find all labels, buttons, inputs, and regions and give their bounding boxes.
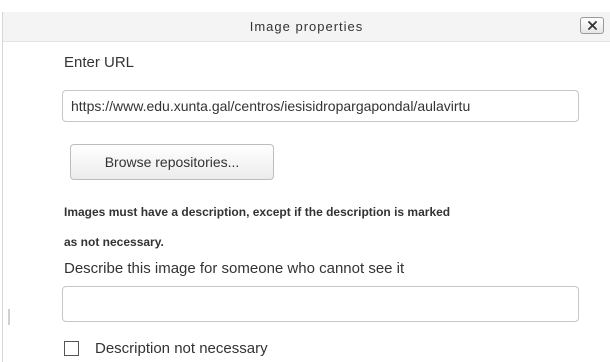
left-edge-divider (8, 309, 10, 325)
close-button[interactable] (580, 17, 604, 34)
browse-repositories-button[interactable]: Browse repositories... (70, 144, 274, 180)
description-warning-line2: as not necessary. (64, 235, 164, 249)
close-icon (587, 21, 597, 30)
dialog-titlebar: Image properties (3, 12, 610, 42)
description-not-necessary-label[interactable]: Description not necessary (95, 340, 268, 357)
description-label: Describe this image for someone who cann… (64, 260, 405, 277)
description-warning-line1: Images must have a description, except i… (64, 205, 451, 219)
top-strip (0, 0, 610, 6)
dialog-title: Image properties (249, 19, 364, 34)
url-input[interactable] (62, 90, 579, 122)
description-input[interactable] (62, 286, 579, 322)
description-not-necessary-checkbox[interactable] (64, 341, 79, 356)
url-label: Enter URL (64, 54, 135, 71)
